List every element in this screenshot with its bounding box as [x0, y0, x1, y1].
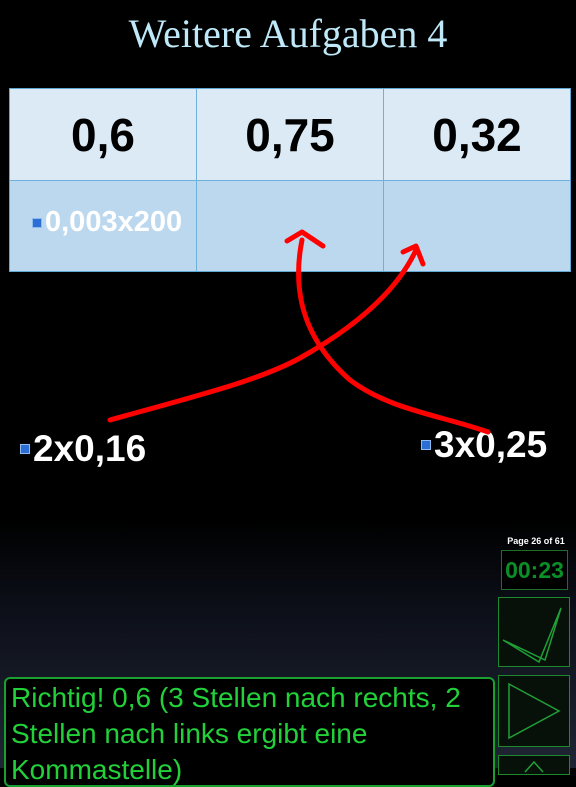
play-icon	[508, 682, 561, 740]
handwritten-arrows	[107, 229, 491, 435]
feedback-box: Richtig! 0,6 (3 Stellen nach rechts, 2 S…	[4, 677, 495, 787]
play-button[interactable]	[498, 675, 570, 747]
checkmark-icon	[502, 607, 562, 664]
arrow-up-icon	[524, 760, 544, 773]
timer-display: 00:23	[501, 550, 568, 590]
arrow-2-line	[296, 237, 491, 435]
scroll-up-button[interactable]	[498, 755, 570, 775]
check-button[interactable]	[498, 597, 570, 667]
arrow-2-head	[284, 229, 326, 249]
page-indicator: Page 26 of 61	[507, 536, 565, 546]
